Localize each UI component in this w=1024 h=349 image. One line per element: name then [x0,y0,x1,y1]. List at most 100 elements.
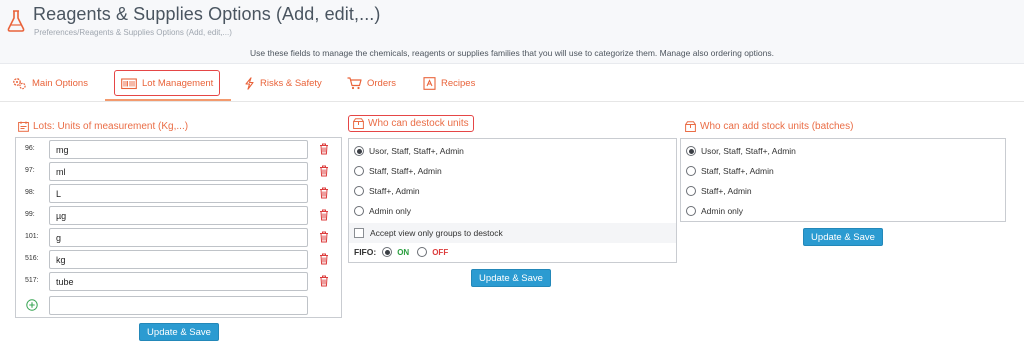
tab-lot-management[interactable]: Lot Management [114,70,221,96]
tab-recipes[interactable]: Recipes [423,70,475,96]
add-stock-section-title: Who can add stock units (batches) [685,121,853,132]
destock-title: Who can destock units [368,118,469,129]
trash-icon[interactable] [319,231,329,243]
add-stock-option-3[interactable]: Staff+, Admin [686,181,752,201]
add-circle-icon[interactable] [26,299,38,311]
lot-row: 516: [16,249,341,271]
option-label: Admin only [701,206,744,216]
option-label: Usor, Staff, Staff+, Admin [369,146,464,156]
trash-icon[interactable] [319,187,329,199]
radio-button[interactable] [686,186,696,196]
lot-unit-input[interactable] [49,162,308,181]
trash-icon[interactable] [319,143,329,155]
fifo-off-option[interactable]: OFF [417,247,448,257]
radio-button[interactable] [354,146,364,156]
trash-icon[interactable] [319,209,329,221]
tab-risks-safety[interactable]: Risks & Safety [244,70,322,96]
lots-title: Lots: Units of measurement (Kg,...) [33,121,189,132]
active-tab-indicator [105,99,231,101]
fifo-on-label: ON [397,247,410,257]
lot-id: 97: [25,167,35,174]
lot-unit-input[interactable] [49,184,308,203]
lot-unit-input[interactable] [49,206,308,225]
add-stock-option-1[interactable]: Usor, Staff, Staff+, Admin [686,141,796,161]
lots-icon [18,121,29,132]
cart-icon [347,76,362,89]
lot-id: 517: [25,277,39,284]
destock-update-save-button[interactable]: Update & Save [471,269,551,287]
recipe-icon [423,76,436,90]
radio-button[interactable] [354,206,364,216]
radio-button[interactable] [686,166,696,176]
lot-id: 96: [25,145,35,152]
lot-row: 517: [16,271,341,293]
trash-icon[interactable] [319,165,329,177]
lot-id: 98: [25,189,35,196]
destock-option-2[interactable]: Staff, Staff+, Admin [354,161,442,181]
fifo-off-label: OFF [432,247,449,257]
radio-button[interactable] [417,247,428,257]
add-stock-title: Who can add stock units (batches) [700,121,854,132]
add-stock-update-save-button[interactable]: Update & Save [803,228,883,246]
lot-unit-input[interactable] [49,272,308,291]
option-label: Staff, Staff+, Admin [369,166,442,176]
intro-text: Use these fields to manage the chemicals… [250,48,774,58]
lot-unit-input[interactable] [49,140,308,159]
lot-id: 101: [25,233,39,240]
tab-orders[interactable]: Orders [347,70,396,96]
option-label: Staff+, Admin [701,186,752,196]
page-header: Reagents & Supplies Options (Add, edit,.… [0,0,1024,64]
option-label: Admin only [369,206,412,216]
gift-box-icon [353,118,364,129]
option-label: Staff+, Admin [369,186,420,196]
accept-view-only-checkbox[interactable] [354,228,364,238]
tab-main-options[interactable]: Main Options [12,70,88,96]
destock-option-1[interactable]: Usor, Staff, Staff+, Admin [354,141,464,161]
barcode-icon [121,77,137,89]
flask-icon [7,10,25,32]
add-stock-option-2[interactable]: Staff, Staff+, Admin [686,161,774,181]
lots-update-save-button[interactable]: Update & Save [139,323,219,341]
radio-button[interactable] [686,206,696,216]
fifo-row: FIFO: ON OFF [354,242,456,262]
gift-box-icon [685,121,696,132]
add-stock-option-4[interactable]: Admin only [686,201,743,221]
tab-label: Risks & Safety [260,77,322,89]
page-title: Reagents & Supplies Options (Add, edit,.… [33,4,381,24]
radio-button[interactable] [354,186,364,196]
lot-row: 96: [16,139,341,161]
radio-button[interactable] [686,146,696,156]
radio-button[interactable] [382,247,393,257]
tab-label: Main Options [32,77,88,89]
gears-icon [13,77,26,89]
add-stock-panel: Usor, Staff, Staff+, Admin Staff, Staff+… [680,138,1006,222]
radio-button[interactable] [354,166,364,176]
lot-unit-input[interactable] [49,228,308,247]
destock-option-3[interactable]: Staff+, Admin [354,181,420,201]
tab-label: Orders [367,77,397,89]
trash-icon[interactable] [319,275,329,287]
new-unit-input[interactable] [49,296,308,315]
breadcrumb: Preferences/Reagents & Supplies Options … [34,28,232,37]
fifo-on-option[interactable]: ON [382,247,409,257]
lot-row: 97: [16,161,341,183]
tab-label: Lot Management [142,77,214,89]
lot-unit-input[interactable] [49,250,308,269]
accept-view-only-label: Accept view only groups to destock [370,228,503,238]
tab-label: Recipes [441,77,476,89]
destock-panel: Usor, Staff, Staff+, Admin Staff, Staff+… [348,138,677,263]
flash-icon [245,76,254,90]
tab-bar: Main Options Lot Management Risks & Safe… [0,64,1024,102]
accept-view-only-row: Accept view only groups to destock [349,223,676,243]
fifo-label: FIFO: [354,247,377,257]
destock-option-4[interactable]: Admin only [354,201,411,221]
destock-section-title: Who can destock units [348,115,474,132]
lot-id: 99: [25,211,35,218]
lots-panel: 96: 97: 98: 99: 101: 516: 517: [15,137,342,318]
option-label: Staff, Staff+, Admin [701,166,774,176]
option-label: Usor, Staff, Staff+, Admin [701,146,796,156]
lot-row: 98: [16,183,341,205]
lot-row: 99: [16,205,341,227]
trash-icon[interactable] [319,253,329,265]
lots-section-title: Lots: Units of measurement (Kg,...) [18,121,188,132]
